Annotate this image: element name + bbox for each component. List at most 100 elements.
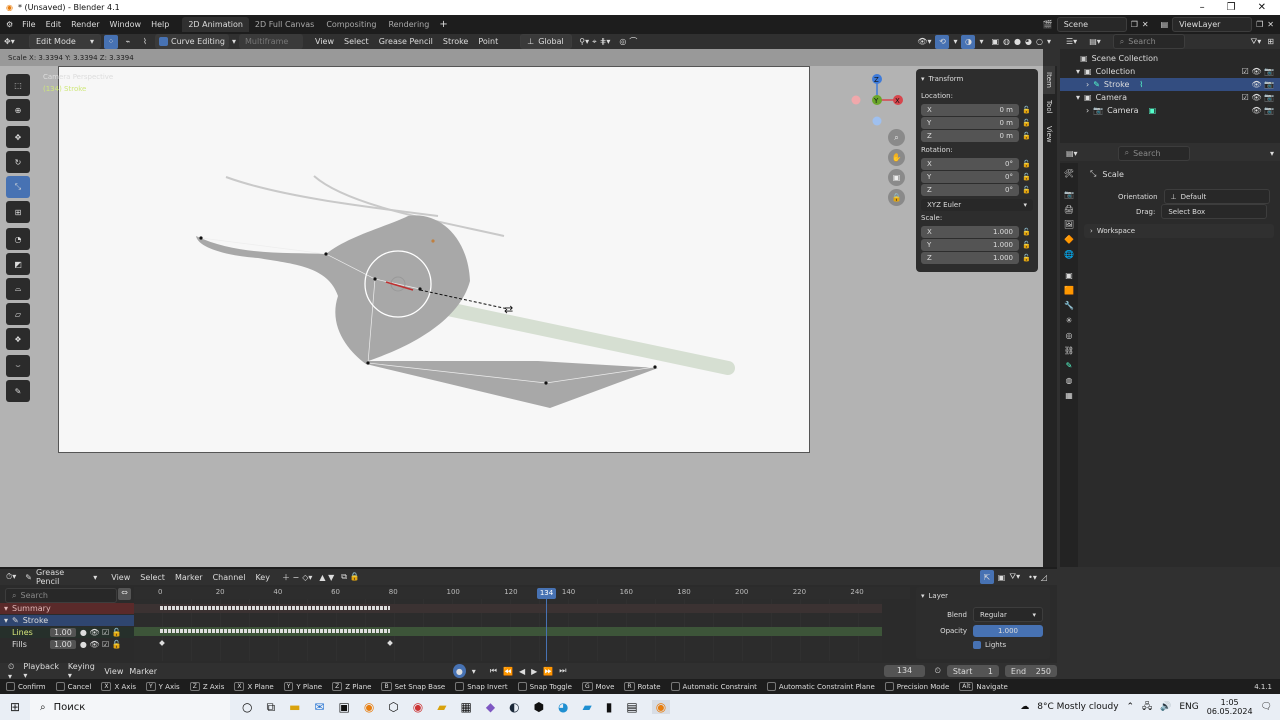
rotation-z-field[interactable]: Z 0° (921, 184, 1019, 196)
outliner-camera-collection-row[interactable]: ▾ ▣ Camera ☑ 👁 📷 (1060, 91, 1280, 104)
options-icon[interactable]: ▾ (1270, 149, 1274, 158)
modifier-tab-icon[interactable]: 🔧 (1064, 301, 1074, 310)
new-scene-icon[interactable]: ❐ (1131, 20, 1138, 29)
play-icon[interactable]: ▶ (531, 667, 537, 676)
playback-menu[interactable]: Playback ▾ (23, 662, 62, 680)
steam-icon[interactable]: ◐ (509, 700, 519, 714)
select-segment-icon[interactable]: ⌇ (138, 35, 152, 49)
world-tab-icon[interactable]: 🌐 (1064, 250, 1074, 259)
keyframe-area[interactable] (134, 599, 882, 661)
gizmo-icon[interactable]: ⟲ (935, 34, 950, 49)
overlay-dropdown-icon[interactable]: ▾ (979, 37, 983, 46)
clock-icon[interactable]: ⏲ (935, 666, 941, 676)
control-point[interactable] (199, 236, 203, 240)
expand-icon[interactable]: ▾ (1076, 93, 1080, 102)
lock-icon[interactable]: 🔓 (1022, 160, 1031, 168)
texture-tab-icon[interactable]: ▦ (1065, 391, 1073, 400)
effects-tab-icon[interactable]: ✳ (1066, 316, 1073, 325)
explorer-icon[interactable]: ▬ (289, 700, 300, 714)
multiframe-toggle[interactable]: Multiframe (239, 34, 304, 49)
select-stroke-icon[interactable]: ⌁ (121, 35, 135, 49)
fills-opacity-field[interactable]: 1.00 (50, 640, 76, 649)
windows-start-icon[interactable]: ⊞ (0, 700, 30, 714)
collection-tab-icon[interactable]: ▣ (1065, 271, 1073, 280)
pivot-icon[interactable]: ⚲▾ (579, 37, 589, 46)
filter-icon[interactable]: ⛛▾ (1251, 37, 1262, 47)
jump-end-icon[interactable]: ⏭ (559, 666, 566, 676)
widgets-icon[interactable]: ⧉ (266, 700, 275, 715)
snap-icon[interactable]: •▾ (1028, 573, 1037, 582)
lock-icon[interactable]: 🔓 (1022, 254, 1031, 262)
viewport-menu-item[interactable]: Stroke (438, 37, 474, 46)
current-frame-field[interactable]: 134 (884, 665, 925, 677)
play-reverse-icon[interactable]: ◀ (519, 667, 525, 676)
filter-icon[interactable]: ⛛▾ (1009, 572, 1020, 582)
scene-tab-icon[interactable]: 🔶 (1064, 235, 1074, 244)
solid-shading-icon[interactable]: ● (1014, 37, 1021, 46)
control-point[interactable] (544, 381, 548, 385)
scale-x-field[interactable]: X 1.000 (921, 226, 1019, 238)
menu-file[interactable]: File (17, 20, 40, 29)
dopesheet-menu-item[interactable]: Marker (170, 573, 208, 582)
edge-icon[interactable]: ◕ (558, 700, 568, 714)
scale-z-field[interactable]: Z 1.000 (921, 252, 1019, 264)
dopesheet-menu-item[interactable]: Channel (208, 573, 251, 582)
navigation-gizmo[interactable]: Z X Y (848, 70, 908, 128)
add-workspace-icon[interactable]: + (439, 19, 447, 30)
rotate-tool-icon[interactable]: ↻ (6, 151, 30, 173)
lines-keyframes[interactable] (160, 629, 390, 633)
menu-render[interactable]: Render (66, 20, 104, 29)
collapse-icon[interactable]: ▾ (921, 75, 925, 83)
overlay-icon[interactable]: ◑ (961, 34, 976, 49)
notifications-icon[interactable]: 🗨 (1261, 702, 1272, 712)
volume-icon[interactable]: 🔊 (1160, 702, 1171, 712)
timeline-editor-icon[interactable]: ⏲▾ (8, 662, 17, 681)
weather-label[interactable]: 8°C Mostly cloudy (1037, 702, 1118, 712)
channel-stroke[interactable]: ▾ ✎ Stroke (0, 615, 134, 626)
lines-opacity-field[interactable]: 1.00 (50, 628, 76, 637)
lock-icon[interactable]: 🔓 (1022, 228, 1031, 236)
mail-icon[interactable]: ✉ (314, 700, 324, 714)
transform-fill-tool-icon[interactable]: ❖ (6, 328, 30, 350)
expand-icon[interactable]: › (1086, 80, 1089, 89)
select-point-icon[interactable]: ⁘ (104, 34, 118, 49)
jump-key-forward-icon[interactable]: ⏩ (543, 667, 553, 676)
app6-icon[interactable]: ▮ (606, 700, 613, 714)
constraint-tab-icon[interactable]: ⛓ (1064, 346, 1074, 355)
hidden-icon[interactable]: ▣ (998, 573, 1006, 582)
viewport-menu-item[interactable]: Select (339, 37, 374, 46)
camera-view-icon[interactable]: ▣ (888, 169, 905, 186)
pan-icon[interactable]: ✋ (888, 149, 905, 166)
scene-collection-row[interactable]: ▣ Scene Collection (1060, 52, 1280, 65)
viewport-menu-item[interactable]: View (310, 37, 339, 46)
workspace-tab[interactable]: Compositing (320, 17, 382, 32)
start-frame-field[interactable]: Start 1 (946, 665, 999, 677)
lights-checkbox[interactable] (973, 641, 981, 649)
channel-fills[interactable]: Fills 1.00 ● 👁 ☑ 🔓 (0, 639, 134, 650)
viewport-menu-item[interactable]: Grease Pencil (374, 37, 438, 46)
scene-selector[interactable]: Scene (1056, 17, 1127, 32)
stroke-drawing[interactable]: ⇄ (58, 66, 810, 453)
tab-view[interactable]: View (1043, 120, 1055, 149)
expand-icon[interactable]: › (1086, 106, 1089, 115)
lock-icon[interactable]: 🔓 (1022, 241, 1031, 249)
task-view-icon[interactable]: ○ (242, 700, 252, 714)
taskbar-search[interactable]: ⌕ Поиск (30, 694, 230, 720)
jump-key-back-icon[interactable]: ⏪ (503, 667, 513, 676)
lock-icon[interactable]: 🔓 (1022, 132, 1031, 140)
snap-target-icon[interactable]: ⋕▾ (600, 37, 611, 46)
proportional-icon[interactable]: ◎ (619, 37, 626, 46)
rotation-x-field[interactable]: X 0° (921, 158, 1019, 170)
radius-tool-icon[interactable]: ◔ (6, 228, 30, 250)
shear-tool-icon[interactable]: ◩ (6, 253, 30, 275)
keying-menu[interactable]: Keying ▾ (68, 662, 98, 680)
onion-icon[interactable]: ⧉ 🔒 (341, 572, 359, 582)
remove-scene-icon[interactable]: ✕ (1142, 20, 1149, 29)
zoom-icon[interactable]: ⌕ (888, 129, 905, 146)
outliner-collection-row[interactable]: ▾ ▣ Collection ☑ 👁 📷 (1060, 65, 1280, 78)
store-icon[interactable]: ▤ (626, 700, 637, 714)
physics-tab-icon[interactable]: ◎ (1066, 331, 1073, 340)
summary-keyframes[interactable] (160, 606, 390, 610)
object-tab-icon[interactable]: 🟧 (1064, 286, 1074, 295)
app3-icon[interactable]: ◆ (486, 700, 495, 714)
